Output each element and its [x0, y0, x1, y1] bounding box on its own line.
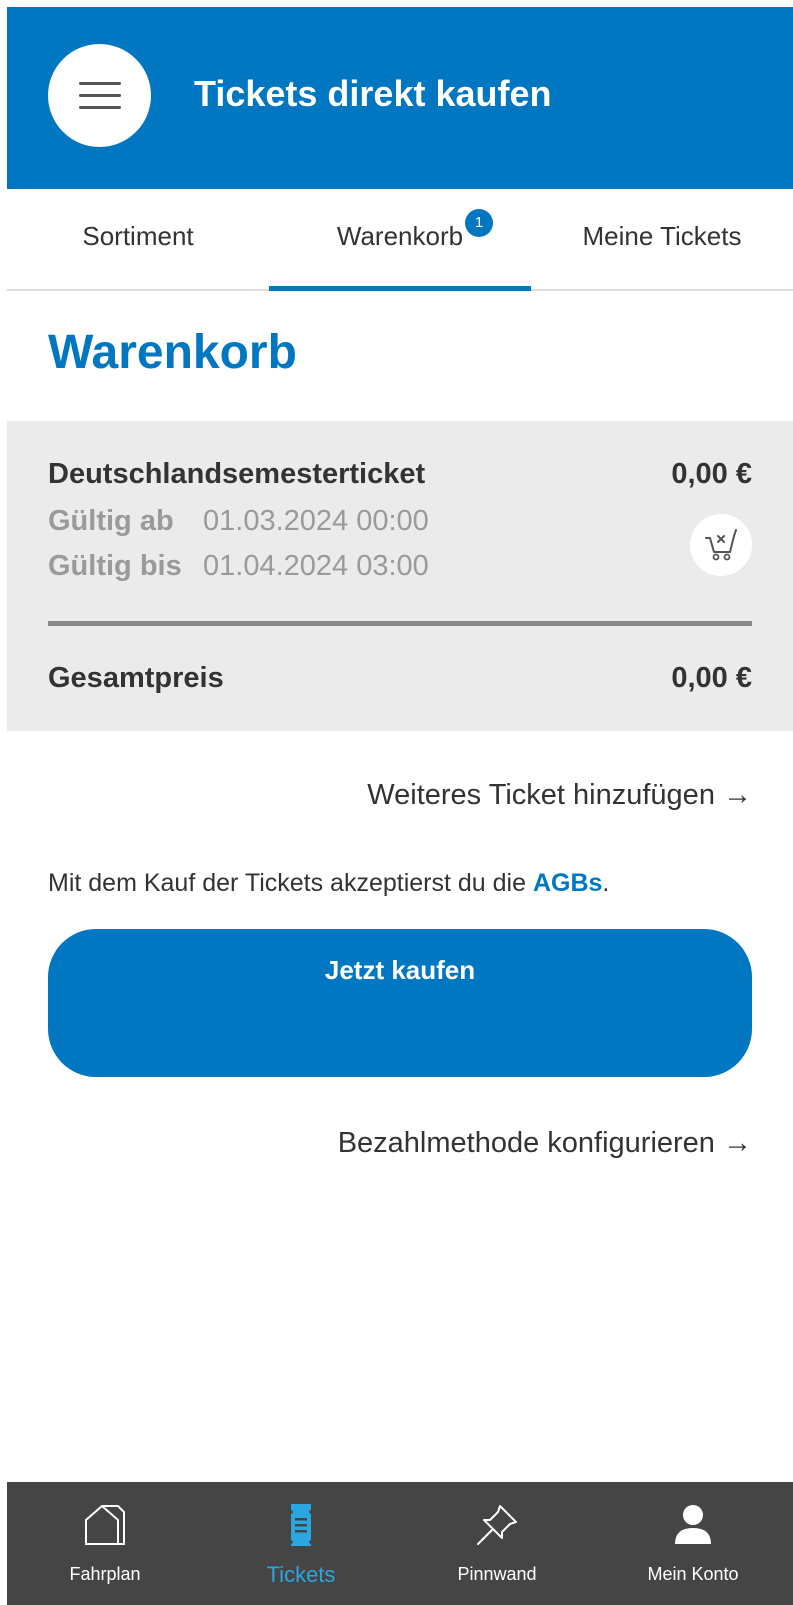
tab-warenkorb[interactable]: Warenkorb [269, 189, 531, 291]
nav-label: Fahrplan [69, 1564, 141, 1584]
pin-icon [477, 1505, 517, 1545]
valid-from-row: Gültig ab 01.03.2024 00:00 [48, 505, 429, 538]
user-icon [675, 1505, 711, 1544]
cart-panel: Deutschlandsemesterticket 0,00 € Gültig … [7, 421, 793, 731]
agb-notice: Mit dem Kauf der Tickets akzeptierst du … [48, 869, 609, 898]
valid-from-value: 01.03.2024 00:00 [203, 505, 429, 537]
tab-meine-tickets[interactable]: Meine Tickets [531, 189, 793, 289]
valid-from-label: Gültig ab [48, 505, 174, 537]
app-header: Tickets direkt kaufen [7, 7, 793, 189]
nav-item-pinnwand[interactable]: Pinnwand [399, 1482, 595, 1605]
nav-item-mein-konto[interactable]: Mein Konto [595, 1482, 791, 1605]
cart-divider [48, 621, 752, 626]
menu-button[interactable] [48, 44, 151, 147]
nav-label: Mein Konto [647, 1564, 739, 1584]
app-frame: Tickets direkt kaufen Sortiment Warenkor… [7, 7, 793, 1605]
valid-to-row: Gültig bis 01.04.2024 03:00 [48, 550, 429, 583]
valid-to-label: Gültig bis [48, 550, 182, 582]
page-title: Warenkorb [48, 326, 297, 379]
tab-label: Meine Tickets [582, 221, 742, 251]
buy-now-button[interactable]: Jetzt kaufen [48, 929, 752, 1077]
header-title: Tickets direkt kaufen [194, 73, 552, 114]
ticket-name: Deutschlandsemesterticket [48, 458, 426, 490]
nav-item-fahrplan[interactable]: Fahrplan [7, 1482, 203, 1605]
remove-ticket-button[interactable] [690, 514, 752, 576]
home-icon [85, 1505, 125, 1545]
agb-link[interactable]: AGBs [533, 869, 602, 897]
tab-sortiment[interactable]: Sortiment [7, 189, 269, 289]
total-label: Gesamtpreis [48, 662, 224, 694]
tab-label: Sortiment [82, 221, 194, 251]
nav-label: Pinnwand [457, 1564, 537, 1584]
agb-prefix: Mit dem Kauf der Tickets akzeptierst du … [48, 869, 533, 897]
ticket-price: 0,00 € [671, 458, 752, 490]
agb-suffix: . [602, 869, 610, 897]
total-value: 0,00 € [671, 662, 752, 694]
buy-now-label: Jetzt kaufen [324, 955, 476, 985]
cart-remove-icon [705, 529, 737, 561]
valid-to-value: 01.04.2024 03:00 [203, 550, 429, 582]
nav-item-tickets[interactable]: Tickets [203, 1482, 399, 1605]
ticket-icon [291, 1504, 311, 1546]
cart-count-badge: 1 [465, 209, 493, 237]
bottom-navigation: Fahrplan Tickets Pinnwand Mein Konto [7, 1482, 793, 1605]
add-ticket-link[interactable]: Weiteres Ticket hinzufügen → [367, 779, 752, 812]
tab-label: Warenkorb [336, 221, 464, 251]
tab-bar: Sortiment Warenkorb 1 Meine Tickets [7, 189, 793, 291]
nav-label: Tickets [266, 1562, 336, 1587]
configure-payment-link[interactable]: Bezahlmethode konfigurieren → [338, 1127, 752, 1160]
active-tab-indicator [269, 286, 531, 291]
